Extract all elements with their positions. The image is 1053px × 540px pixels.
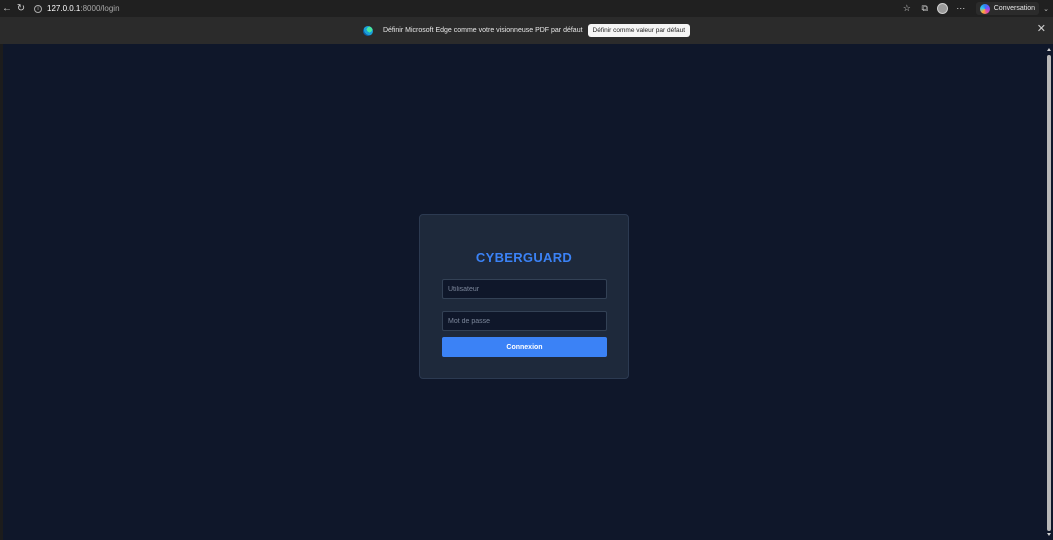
url-path: :8000/login <box>80 4 120 13</box>
scrollbar[interactable] <box>1045 44 1053 540</box>
copilot-label: Conversation <box>993 5 1035 12</box>
username-input[interactable] <box>442 279 607 299</box>
copilot-button[interactable]: Conversation <box>975 2 1039 15</box>
collections-icon[interactable]: ⧉ <box>917 2 933 16</box>
scroll-down-arrow-icon[interactable] <box>1047 533 1051 536</box>
profile-avatar-icon[interactable] <box>935 2 951 16</box>
browser-toolbar: ← ↻ i 127.0.0.1:8000/login ☆ ⧉ ⋯ Convers… <box>0 0 1053 17</box>
brand-title: CYBERGUARD <box>475 250 573 265</box>
address-bar[interactable]: i 127.0.0.1:8000/login <box>30 2 126 15</box>
login-button[interactable]: Connexion <box>442 337 607 357</box>
copilot-icon <box>979 3 990 14</box>
login-card: CYBERGUARD Connexion <box>419 214 629 379</box>
scroll-up-arrow-icon[interactable] <box>1047 48 1051 51</box>
site-info-icon[interactable]: i <box>34 4 42 13</box>
more-options-icon[interactable]: ⋯ <box>953 2 969 16</box>
edge-logo-icon <box>362 25 373 36</box>
default-pdf-infobar: Définir Microsoft Edge comme votre visio… <box>0 17 1053 44</box>
back-arrow-icon[interactable]: ← <box>0 2 14 16</box>
scrollbar-thumb[interactable] <box>1047 55 1051 531</box>
url-host: 127.0.0.1 <box>47 4 81 13</box>
infobar-message: Définir Microsoft Edge comme votre visio… <box>382 27 583 34</box>
favorite-star-icon[interactable]: ☆ <box>899 2 915 16</box>
set-default-button[interactable]: Définir comme valeur par défaut <box>587 24 691 37</box>
chevron-down-icon[interactable]: ⌄ <box>1039 5 1053 13</box>
toolbar-actions: ☆ ⧉ ⋯ Conversation ⌄ <box>898 0 1053 17</box>
avatar <box>937 3 949 14</box>
close-icon[interactable]: ✕ <box>1037 24 1046 35</box>
refresh-icon[interactable]: ↻ <box>14 2 28 16</box>
password-input[interactable] <box>442 311 607 331</box>
